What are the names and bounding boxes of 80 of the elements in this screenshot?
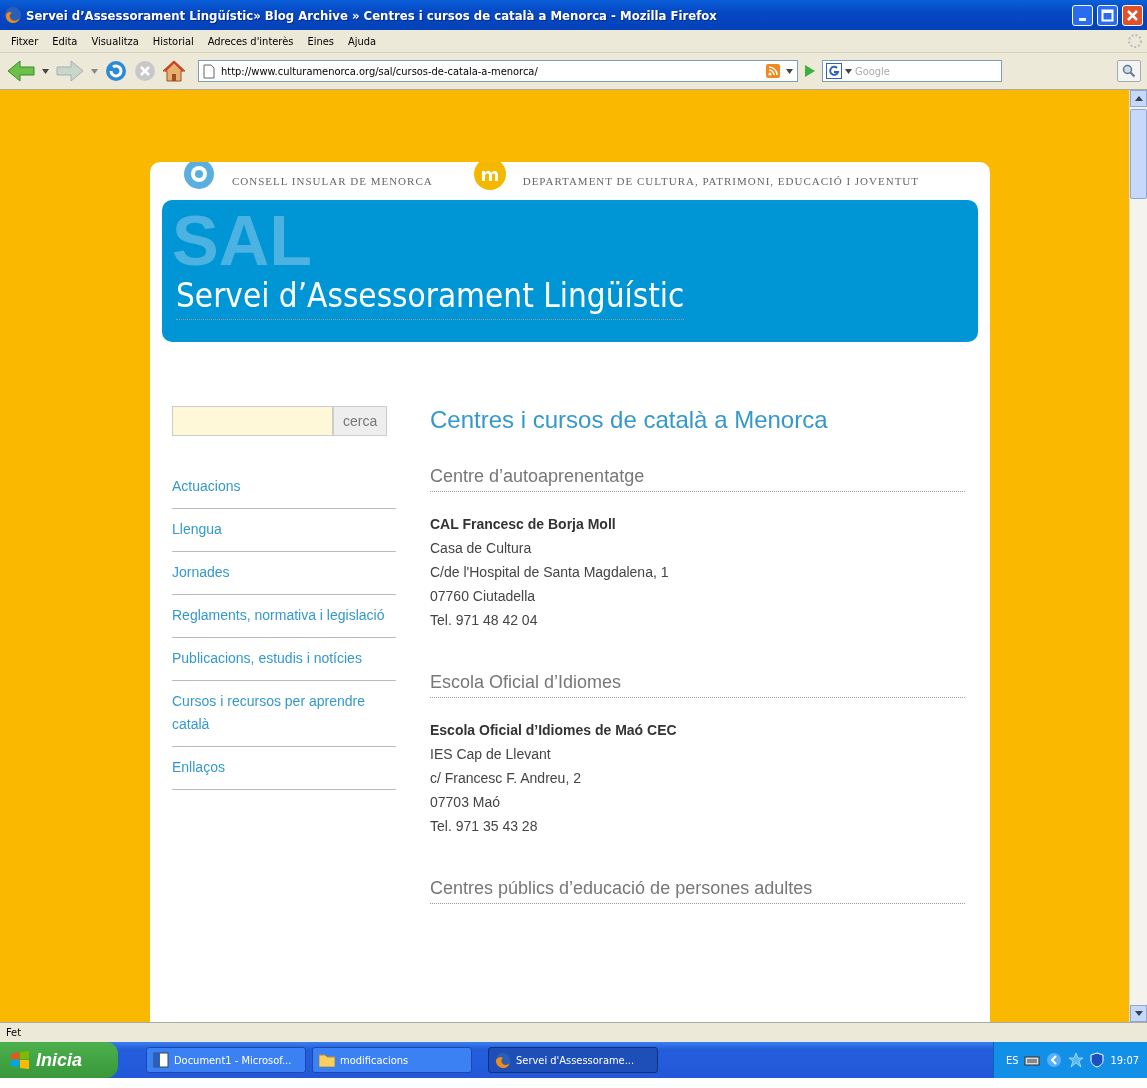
- throbber-icon: [1127, 33, 1143, 49]
- address-line: C/de l'Hospital de Santa Magdalena, 1: [430, 563, 670, 582]
- address-bar[interactable]: http://www.culturamenorca.org/sal/cursos-de-catala-a-menorca/: [198, 60, 798, 82]
- nav-link[interactable]: Actuacions: [172, 466, 396, 509]
- minimize-button[interactable]: [1072, 4, 1093, 26]
- chevron-icon[interactable]: [1046, 1052, 1063, 1068]
- go-arrow-icon[interactable]: [804, 64, 816, 78]
- url-field[interactable]: http://www.culturamenorca.org/sal/cursos-de-catala-a-menorca/: [221, 64, 760, 78]
- rss-icon[interactable]: [766, 64, 780, 78]
- department-name: DEPARTAMENT DE CULTURA, PATRIMONI, EDUCACIÓ I JOVENTUT: [522, 175, 919, 187]
- address-line: Tel. 971 35 43 28: [430, 817, 539, 836]
- google-g-icon[interactable]: [826, 63, 842, 79]
- maximize-icon: [1101, 8, 1114, 22]
- status-text: Fet: [6, 1026, 22, 1039]
- menu-item[interactable]: Ajuda: [340, 32, 384, 50]
- dropdown-arrow-icon[interactable]: [786, 68, 793, 74]
- menu-item[interactable]: Adreces d'interès: [200, 32, 301, 50]
- nav-link[interactable]: Reglaments, normativa i legislació: [172, 595, 396, 638]
- down-caret-icon: [1134, 1011, 1143, 1016]
- nav-link[interactable]: Publicacions, estudis i notícies: [172, 638, 396, 681]
- address-line: Tel. 971 48 42 04: [430, 611, 539, 630]
- nav-link[interactable]: Jornades: [172, 552, 396, 595]
- address-line: 07760 Ciutadella: [430, 587, 537, 606]
- menu-item[interactable]: Eines: [300, 32, 341, 50]
- home-icon[interactable]: [162, 59, 186, 83]
- menu-item[interactable]: Edita: [45, 32, 85, 50]
- minimize-icon: [1079, 17, 1086, 21]
- scroll-down-button[interactable]: [1130, 1005, 1147, 1022]
- search-field[interactable]: [172, 406, 333, 436]
- taskbar-button[interactable]: Document1 - Microsof...: [146, 1047, 306, 1073]
- search-button[interactable]: cerca: [333, 406, 388, 436]
- search-icon: [1122, 64, 1136, 78]
- address-line: IES Cap de Llevant: [430, 745, 552, 764]
- organization-name: CONSELL INSULAR DE MENORCA: [232, 175, 433, 187]
- address-line: c/ Francesc F. Andreu, 2: [430, 769, 582, 788]
- document-icon: [153, 1052, 169, 1068]
- search-bar[interactable]: Google: [822, 60, 1002, 82]
- close-icon: [1126, 8, 1139, 22]
- address-line: 07703 Maó: [430, 793, 502, 812]
- keyboard-icon[interactable]: [1024, 1054, 1041, 1066]
- page-icon: [203, 63, 215, 79]
- clock: 19:07: [1110, 1053, 1139, 1067]
- reload-icon[interactable]: [104, 59, 128, 83]
- scroll-up-button[interactable]: [1130, 90, 1147, 107]
- search-button[interactable]: [1117, 60, 1141, 82]
- center-name: Escola Oficial d’Idiomes de Maó CEC: [430, 721, 678, 740]
- dropdown-arrow-icon[interactable]: [42, 68, 49, 74]
- dropdown-arrow-icon[interactable]: [845, 68, 852, 74]
- star-icon[interactable]: [1068, 1052, 1085, 1068]
- folder-icon: [319, 1053, 335, 1067]
- search-input[interactable]: Google: [855, 64, 998, 78]
- section-heading: Centre d’autoaprenentatge: [430, 466, 965, 492]
- taskbar-button[interactable]: Servei d'Assessorame...: [488, 1047, 658, 1073]
- back-arrow-icon[interactable]: [6, 59, 36, 83]
- nav-link[interactable]: Llengua: [172, 509, 396, 552]
- nav-link[interactable]: Enllaços: [172, 747, 396, 790]
- firefox-icon: [4, 6, 22, 24]
- banner-monogram: SAL: [172, 206, 312, 276]
- site-title: Servei d’Assessorament Lingüístic: [176, 276, 685, 320]
- firefox-icon: [495, 1052, 511, 1068]
- language-indicator[interactable]: ES: [1005, 1053, 1019, 1067]
- window-title: Servei d’Assessorament Lingüístic» Blog Archive » Centres i cursos de català a Menorca - Mozilla Firefox: [26, 7, 718, 23]
- page-heading: Centres i cursos de català a Menorca: [430, 406, 829, 434]
- section-heading: Centres públics d’educació de persones adultes: [430, 878, 965, 904]
- address-line: Casa de Cultura: [430, 539, 533, 558]
- menu-item[interactable]: Visualitza: [84, 32, 146, 50]
- scrollbar[interactable]: [1129, 90, 1147, 1022]
- center-name: CAL Francesc de Borja Moll: [430, 515, 617, 534]
- menu-item[interactable]: Historial: [145, 32, 201, 50]
- windows-flag-icon: [10, 1051, 30, 1069]
- nav-link[interactable]: Cursos i recursos per aprendre català: [172, 681, 396, 747]
- shield-icon[interactable]: [1090, 1052, 1105, 1068]
- scroll-thumb[interactable]: [1130, 109, 1147, 199]
- section-heading: Escola Oficial d’Idiomes: [430, 672, 965, 698]
- start-button[interactable]: Inicia: [0, 1042, 118, 1078]
- menu-item[interactable]: Fitxer: [4, 32, 46, 50]
- close-button[interactable]: [1122, 4, 1143, 26]
- maximize-button[interactable]: [1097, 4, 1118, 26]
- taskbar-button[interactable]: modificacions: [312, 1047, 472, 1073]
- up-caret-icon: [1134, 96, 1143, 101]
